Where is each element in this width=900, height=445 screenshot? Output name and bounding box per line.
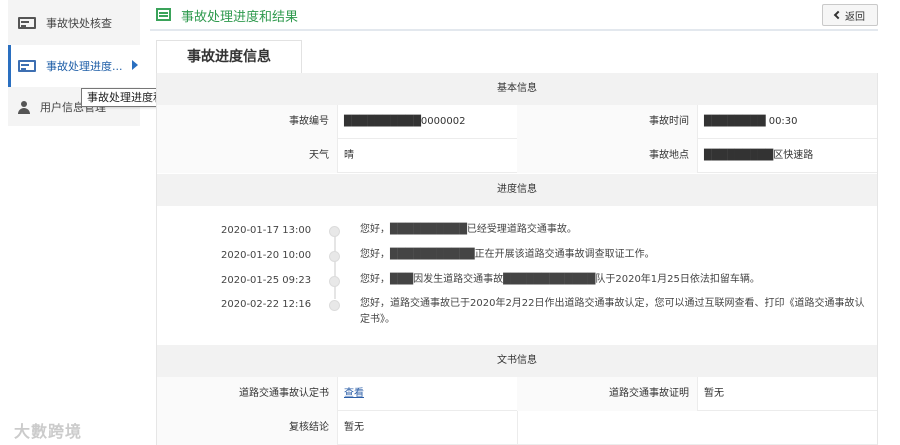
view-cert-link[interactable]: 查看 (337, 377, 364, 411)
timeline-dot (329, 251, 340, 262)
user-icon (18, 100, 30, 114)
page-title: 事故处理进度和结果 (181, 10, 299, 25)
timeline-text: 您好，███因发生道路交通事故████████████队于2020年1月25日依… (360, 274, 760, 285)
id-card-icon (18, 17, 36, 29)
detail-panel: 基本信息 事故编号 ██████████0000002 事故时间 ███████… (156, 73, 878, 445)
sidebar-item-quick-check[interactable]: 事故快处核查 (8, 2, 140, 44)
timeline-text: 您好，███████████正在开展该道路交通事故调查取证工作。 (360, 249, 655, 260)
proof-label: 道路交通事故证明 (517, 377, 697, 411)
table-row: 道路交通事故认定书 查看 道路交通事故证明 暂无 (157, 377, 877, 411)
accident-no-label: 事故编号 (157, 105, 337, 139)
tab-progress-info[interactable]: 事故进度信息 (156, 40, 302, 75)
table-row: 事故编号 ██████████0000002 事故时间 ████████ 00:… (157, 105, 877, 139)
accident-time-label: 事故时间 (517, 105, 697, 139)
timeline-date: 2020-01-25 09:23 (221, 275, 312, 286)
timeline-dot (329, 276, 340, 287)
sidebar-item-label: 事故快处核查 (46, 17, 112, 30)
accident-no-value: ██████████0000002 (344, 116, 466, 127)
sidebar: 事故快处核查 事故处理进度... 用户信息管理 (8, 0, 140, 126)
id-card-icon (18, 60, 36, 72)
list-icon (156, 8, 171, 21)
back-button-label: 返回 (845, 11, 865, 23)
accident-time-value: ████████ 00:30 (704, 116, 798, 127)
timeline-date: 2020-01-20 10:00 (221, 250, 312, 261)
weather-label: 天气 (157, 139, 337, 173)
table-row: 天气 晴 事故地点 █████████区快速路 (157, 139, 877, 173)
review-value: 暂无 (344, 422, 364, 433)
table-row: 复核结论 暂无 (157, 411, 877, 445)
location-value: █████████区快速路 (704, 150, 814, 161)
timeline-dot (329, 300, 340, 311)
section-heading-basic: 基本信息 (157, 73, 877, 105)
watermark: 大數跨境 (14, 422, 83, 441)
progress-timeline: 2020-01-17 13:00 您好，██████████已经受理道路交通事故… (157, 207, 877, 345)
weather-value: 晴 (344, 150, 354, 161)
timeline-text: 您好，道路交通事故已于2020年2月22日作出道路交通事故认定，您可以通过互联网… (360, 298, 865, 325)
back-button[interactable]: 返回 (822, 4, 878, 26)
timeline-date: 2020-02-22 12:16 (221, 299, 312, 310)
proof-value: 暂无 (704, 388, 724, 399)
section-heading-documents: 文书信息 (157, 345, 877, 377)
sidebar-item-progress[interactable]: 事故处理进度... (8, 45, 140, 87)
section-heading-progress: 进度信息 (157, 174, 877, 206)
review-label: 复核结论 (157, 411, 337, 445)
timeline-line (334, 229, 336, 299)
cert-label: 道路交通事故认定书 (157, 377, 337, 411)
timeline-dot (329, 226, 340, 237)
page-header: 事故处理进度和结果 (150, 0, 878, 31)
timeline-text: 您好，██████████已经受理道路交通事故。 (360, 224, 577, 235)
timeline-date: 2020-01-17 13:00 (221, 225, 312, 236)
location-label: 事故地点 (517, 139, 697, 173)
caret-right-icon (132, 60, 138, 70)
chevron-left-icon (833, 10, 843, 20)
sidebar-item-label: 事故处理进度... (46, 60, 123, 73)
